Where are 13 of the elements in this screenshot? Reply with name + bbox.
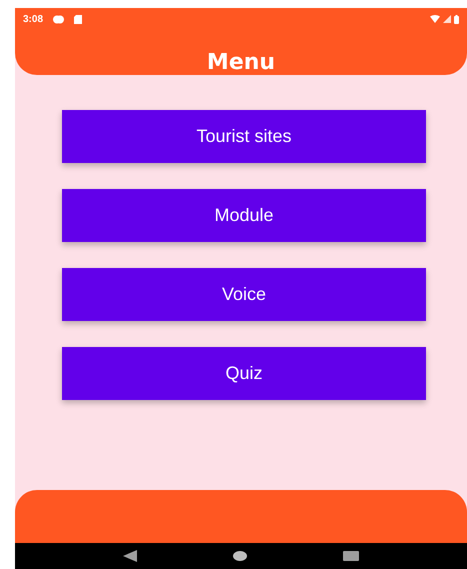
menu-button[interactable]: Quiz — [62, 347, 426, 400]
battery-icon — [454, 14, 459, 24]
back-icon[interactable] — [123, 550, 137, 562]
wifi-icon — [430, 15, 440, 23]
sd-card-icon — [74, 14, 82, 24]
menu-button[interactable]: Tourist sites — [62, 110, 426, 163]
notification-icon — [53, 14, 64, 24]
menu-button[interactable]: Module — [62, 189, 426, 242]
header-title: Menu — [206, 52, 276, 74]
status-time: 3:08 — [23, 12, 44, 26]
signal-icon — [443, 15, 451, 23]
menu-button[interactable]: Voice — [62, 268, 426, 321]
home-icon[interactable] — [233, 551, 247, 561]
